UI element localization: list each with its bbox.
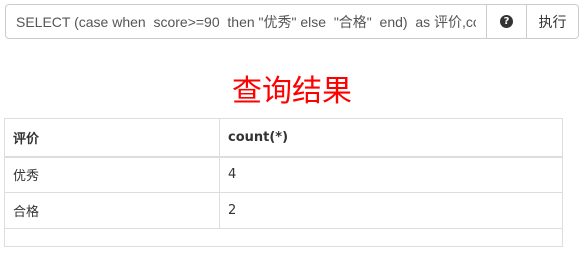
result-table: 评价 count(*) 优秀 4 合格 2 bbox=[4, 118, 563, 247]
table-cell: 4 bbox=[219, 156, 563, 193]
table-header-row: 评价 count(*) bbox=[4, 118, 563, 158]
query-bar: ? 执行 bbox=[5, 4, 579, 39]
table-empty-row bbox=[4, 228, 563, 247]
question-circle-icon: ? bbox=[500, 15, 513, 28]
column-header: count(*) bbox=[219, 118, 563, 158]
result-title: 查询结果 bbox=[232, 74, 352, 109]
sql-query-input[interactable] bbox=[5, 4, 487, 39]
table-cell: 2 bbox=[219, 192, 563, 229]
table-row: 合格 2 bbox=[4, 192, 563, 229]
query-page: ? 执行 查询结果 评价 count(*) 优秀 4 合格 2 bbox=[0, 0, 584, 255]
table-row: 优秀 4 bbox=[4, 156, 563, 193]
table-cell: 优秀 bbox=[4, 156, 220, 193]
execute-button[interactable]: 执行 bbox=[527, 4, 579, 39]
table-cell bbox=[4, 228, 563, 247]
column-header: 评价 bbox=[4, 118, 220, 158]
table-cell: 合格 bbox=[4, 192, 220, 229]
help-button[interactable]: ? bbox=[487, 4, 527, 39]
